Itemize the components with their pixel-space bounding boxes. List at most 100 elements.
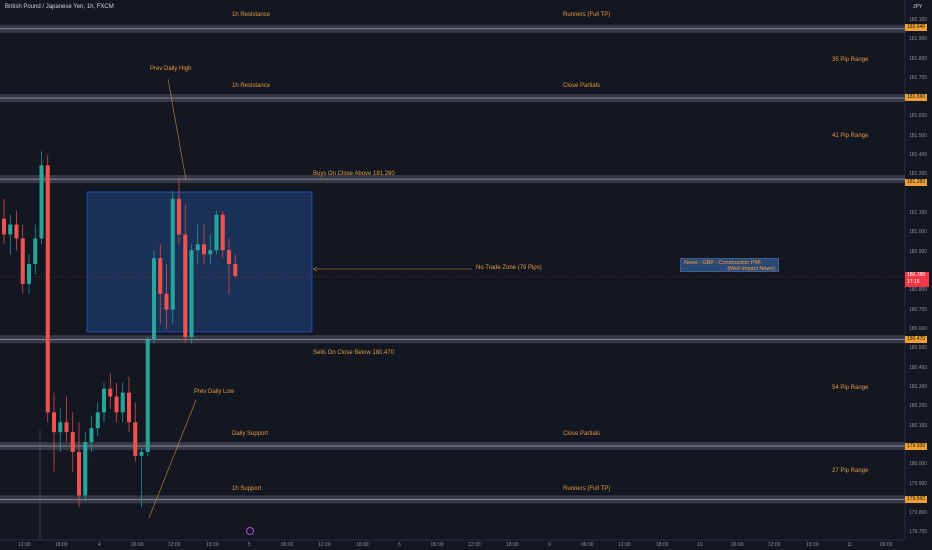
candle[interactable] <box>195 244 200 251</box>
candle[interactable] <box>114 396 119 413</box>
news-line-2: (Med Impact News) <box>727 266 775 272</box>
candle[interactable] <box>164 293 169 310</box>
level-label-left-3: Sells On Close Below 180.470 <box>313 350 395 356</box>
candle[interactable] <box>177 198 181 235</box>
y-tick: 181.800 <box>909 56 928 62</box>
y-tick: 180.500 <box>909 345 928 351</box>
y-tick: 180.900 <box>909 249 928 255</box>
x-tick: 12:00 <box>18 542 31 548</box>
level-label-right-0: Runners (Full TP) <box>563 12 611 18</box>
candle[interactable] <box>33 238 38 265</box>
x-tick: 4 <box>98 542 101 548</box>
x-tick: 11 <box>847 542 853 548</box>
price-chart[interactable] <box>0 0 932 550</box>
x-tick: 06:00 <box>131 542 144 548</box>
candle[interactable] <box>14 224 19 239</box>
candle[interactable] <box>170 198 175 310</box>
candle[interactable] <box>233 264 238 276</box>
candle[interactable] <box>52 412 56 433</box>
candle[interactable] <box>45 165 50 413</box>
y-tick: 179.700 <box>909 529 928 535</box>
candle[interactable] <box>95 412 100 429</box>
news-event-icon[interactable] <box>246 527 254 535</box>
chart-area[interactable]: British Pound / Japanese Yen, 1h, FXCM J… <box>0 0 932 550</box>
pip-range-label: 41 Pip Range <box>832 133 869 139</box>
price-tag-179930[interactable]: 179.930 <box>905 443 928 450</box>
x-tick: 18:00 <box>506 542 519 548</box>
prev-daily-low-label[interactable]: Prev Daily Low <box>194 389 234 395</box>
candle[interactable] <box>152 258 156 340</box>
price-tag-179660[interactable]: 179.660 <box>905 496 928 503</box>
candle[interactable] <box>208 250 213 255</box>
candle[interactable] <box>102 388 106 413</box>
candle[interactable] <box>120 392 125 413</box>
x-tick: 18:00 <box>206 542 219 548</box>
level-label-left-2: Buys On Close Above 181.280 <box>313 171 395 177</box>
x-tick: 18:00 <box>356 542 369 548</box>
no-trade-zone-label[interactable]: No Trade Zone (79 Pips) <box>476 265 542 271</box>
candle[interactable] <box>2 218 6 235</box>
y-tick: 181.400 <box>909 152 928 158</box>
candle[interactable] <box>64 422 69 433</box>
price-tag-181280[interactable]: 181.280 <box>905 179 928 186</box>
y-tick: 181.500 <box>909 133 928 139</box>
y-tick: 182.100 <box>909 17 928 23</box>
y-tick: 180.400 <box>909 365 928 371</box>
candle[interactable] <box>133 422 138 456</box>
candle[interactable] <box>158 258 163 294</box>
candle[interactable] <box>220 214 225 251</box>
candle[interactable] <box>183 234 188 338</box>
y-tick: 180.800 <box>909 287 928 293</box>
y-tick: 180.600 <box>909 326 928 332</box>
no-trade-zone[interactable] <box>86 191 313 333</box>
y-tick: 180.000 <box>909 461 928 467</box>
news-callout[interactable]: News : GBP : Construction PMI (Med Impac… <box>680 258 779 272</box>
current-price-tag[interactable]: 180.788 17:16 <box>905 272 929 287</box>
candle[interactable] <box>20 238 25 284</box>
x-tick: 12:00 <box>768 542 781 548</box>
candle[interactable] <box>108 388 113 397</box>
x-tick: 06:00 <box>281 542 294 548</box>
x-tick: 18:00 <box>806 542 819 548</box>
price-tag-180470[interactable]: 180.470 <box>905 336 928 343</box>
symbol-title: British Pound / Japanese Yen, 1h, FXCM <box>5 4 114 10</box>
candle[interactable] <box>139 451 144 456</box>
candle[interactable] <box>39 165 44 239</box>
candle[interactable] <box>27 264 31 284</box>
x-tick: 5 <box>248 542 251 548</box>
candle[interactable] <box>189 250 194 338</box>
price-tag-182040[interactable]: 182.040 <box>905 24 928 31</box>
candle[interactable] <box>127 392 131 423</box>
y-tick: 181.000 <box>909 229 928 235</box>
current-price-value: 180.788 <box>907 272 926 278</box>
level-label-left-1: 1h Resistance <box>232 83 271 89</box>
candle[interactable] <box>83 442 88 496</box>
pip-range-label: 27 Pip Range <box>832 468 869 474</box>
candle[interactable] <box>227 250 231 265</box>
x-tick: 18:00 <box>656 542 669 548</box>
currency-label[interactable]: JPY <box>913 4 922 10</box>
y-tick: 179.800 <box>909 510 928 516</box>
x-tick: 06:00 <box>431 542 444 548</box>
candle[interactable] <box>202 244 206 255</box>
price-tag-181690[interactable]: 181.690 <box>905 94 928 101</box>
y-tick: 179.900 <box>909 481 928 487</box>
y-tick: 180.100 <box>909 423 928 429</box>
prev-daily-high-label[interactable]: Prev Daily High <box>150 66 191 72</box>
level-label-left-5: 1h Support <box>232 486 262 492</box>
pip-range-label: 35 Pip Range <box>832 57 869 63</box>
candle[interactable] <box>214 214 219 251</box>
candle[interactable] <box>145 339 150 452</box>
x-tick: 10 <box>697 542 703 548</box>
candle[interactable] <box>70 432 75 452</box>
candle[interactable] <box>58 422 63 433</box>
y-tick: 180.200 <box>909 403 928 409</box>
x-tick: 18:00 <box>55 542 68 548</box>
pip-range-label: 54 Pip Range <box>832 385 869 391</box>
x-tick: 06:00 <box>880 542 893 548</box>
x-tick: 9 <box>548 542 551 548</box>
x-tick: 12:00 <box>318 542 331 548</box>
candle[interactable] <box>89 428 94 443</box>
candle[interactable] <box>8 224 13 235</box>
candle[interactable] <box>77 451 81 496</box>
